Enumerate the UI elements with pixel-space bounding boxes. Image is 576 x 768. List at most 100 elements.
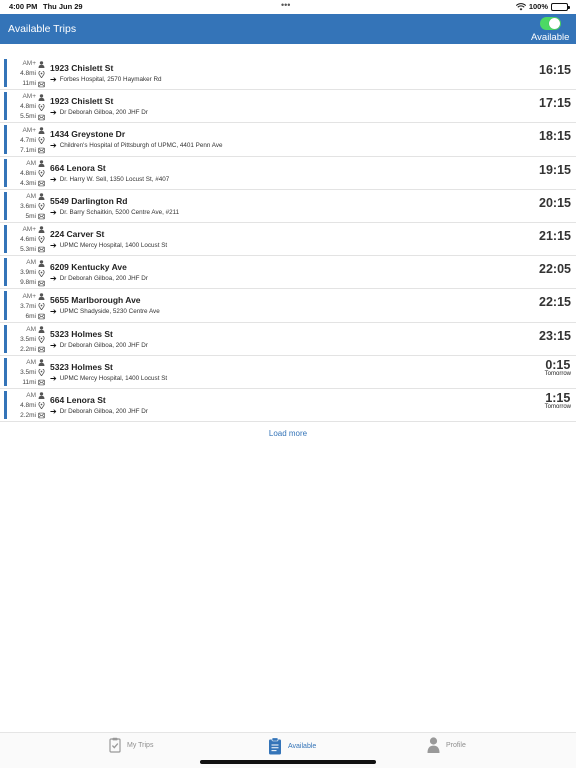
arrow-right-icon: ➔: [50, 174, 57, 184]
route-icon: [38, 180, 45, 187]
trip-meta: AM 4.8mi 4.3mi: [8, 159, 45, 189]
location-pin-icon: [38, 336, 45, 343]
location-pin-icon: [38, 236, 45, 244]
page-title: Available Trips: [8, 23, 77, 35]
tab-my-trips-label: My Trips: [127, 741, 154, 749]
availability-toggle[interactable]: [540, 17, 561, 30]
trip-meta: AM 4.8mi 2.2mi: [8, 391, 45, 421]
trip-meta: AM 3.6mi 5mi: [8, 192, 45, 222]
arrow-right-icon: ➔: [50, 207, 57, 217]
battery-percent: 100%: [528, 2, 548, 11]
trip-time-value: 23:15: [539, 328, 571, 343]
row-accent-bar: [4, 158, 7, 187]
location-pin-icon: [38, 170, 45, 178]
toggle-knob: [549, 18, 560, 29]
trip-time-value: 21:15: [539, 228, 571, 243]
route-icon: [38, 247, 45, 253]
arrow-right-icon: ➔: [50, 108, 57, 118]
trip-pickup-address: 664 Lenora St: [50, 162, 106, 173]
trip-row[interactable]: AM+ 4.7mi 7.1mi 1434 Greystone Dr ➔ Chil…: [0, 123, 576, 157]
route-icon: [38, 346, 45, 353]
route-icon: [38, 213, 45, 220]
tab-available[interactable]: Available: [268, 737, 316, 755]
location-pin-icon: [38, 70, 45, 78]
trip-distance-pickup: 4.7mi: [20, 136, 36, 144]
trip-ampm: AM+: [22, 126, 36, 134]
trip-distance-pickup: 4.8mi: [20, 103, 36, 111]
arrow-right-icon: ➔: [50, 240, 57, 250]
clipboard-list-icon: [269, 737, 281, 755]
trip-time-value: 1:15: [545, 390, 571, 405]
trip-row[interactable]: AM 3.9mi 9.8mi 6209 Kentucky Ave ➔ Dr De…: [0, 256, 576, 290]
trip-meta: AM+ 4.8mi 5.5mi: [8, 92, 45, 122]
row-accent-bar: [4, 191, 7, 220]
trip-row[interactable]: AM 4.8mi 4.3mi 664 Lenora St ➔ Dr. Harry…: [0, 157, 576, 190]
arrow-right-icon: ➔: [50, 406, 57, 416]
trip-row[interactable]: AM 3.6mi 5mi 5549 Darlington Rd ➔ Dr. Ba…: [0, 190, 576, 223]
trip-time-value: 17:15: [539, 96, 571, 111]
trip-pickup-address: 664 Lenora St: [50, 394, 106, 405]
trip-time: 23:15: [539, 328, 571, 343]
trip-distance-ride: 7.1mi: [20, 146, 36, 154]
trip-meta: AM+ 4.7mi 7.1mi: [8, 125, 45, 155]
trip-distance-ride: 11mi: [22, 80, 36, 88]
person-icon: [38, 226, 45, 234]
trip-row[interactable]: AM 3.5mi 2.2mi 5323 Holmes St ➔ Dr Debor…: [0, 323, 576, 356]
route-icon: [38, 379, 45, 386]
trip-time-value: 19:15: [539, 162, 571, 177]
tab-profile[interactable]: Profile: [427, 737, 466, 753]
route-icon: [38, 147, 45, 154]
row-accent-bar: [4, 92, 7, 121]
row-accent-bar: [4, 258, 7, 287]
row-accent-bar: [4, 357, 7, 386]
trip-distance-ride: 4.3mi: [20, 179, 36, 187]
trip-row[interactable]: AM+ 4.8mi 11mi 1923 Chislett St ➔ Forbes…: [0, 57, 576, 91]
trip-ampm: AM: [26, 159, 36, 167]
availability-label: Available: [531, 32, 570, 43]
trip-meta: AM 3.5mi 2.2mi: [8, 325, 45, 355]
trip-row[interactable]: AM 4.8mi 2.2mi 664 Lenora St ➔ Dr Debora…: [0, 389, 576, 423]
trip-row[interactable]: AM 3.5mi 11mi 5323 Holmes St ➔ UPMC Merc…: [0, 356, 576, 389]
trip-row[interactable]: AM+ 4.8mi 5.5mi 1923 Chislett St ➔ Dr De…: [0, 90, 576, 124]
trip-ampm: AM: [26, 392, 36, 400]
trip-destination-text: Children's Hospital of Pittsburgh of UPM…: [59, 142, 223, 150]
trip-time-value: 18:15: [539, 129, 571, 144]
trip-row[interactable]: AM+ 3.7mi 6mi 5655 Marlborough Ave ➔ UPM…: [0, 289, 576, 323]
trip-day-label: Tomorrow: [544, 403, 571, 410]
person-icon: [38, 326, 45, 333]
trip-row[interactable]: AM+ 4.6mi 5.3mi 224 Carver St ➔ UPMC Mer…: [0, 223, 576, 257]
trip-destination-text: Forbes Hospital, 2570 Haymaker Rd: [59, 76, 162, 83]
row-accent-bar: [4, 291, 7, 320]
trip-distance-pickup: 3.7mi: [20, 302, 36, 310]
trip-pickup-address: 5323 Holmes St: [50, 328, 113, 339]
arrow-right-icon: ➔: [50, 141, 57, 151]
nav-bar: Available Trips Available: [0, 14, 576, 44]
trip-destination-text: Dr. Harry W. Sell, 1350 Locust St, #407: [59, 175, 170, 183]
trip-distance-pickup: 4.8mi: [20, 70, 36, 78]
multitasking-dots[interactable]: •••: [281, 0, 290, 10]
trip-meta: AM+ 4.6mi 5.3mi: [8, 225, 45, 255]
trip-destination: ➔ Dr Deborah Gilboa, 200 JHF Dr: [50, 407, 148, 416]
status-bar: 4:00 PM Thu Jun 29 ••• 100%: [0, 0, 576, 14]
trip-destination: ➔ UPMC Mercy Hospital, 1400 Locust St: [50, 374, 167, 383]
trip-destination: ➔ UPMC Shadyside, 5230 Centre Ave: [50, 307, 160, 316]
tab-my-trips[interactable]: My Trips: [109, 737, 153, 753]
trip-time: 20:15: [539, 196, 571, 210]
trip-distance-pickup: 4.8mi: [20, 402, 36, 410]
trip-time: 16:15: [539, 63, 571, 77]
location-pin-icon: [38, 402, 45, 410]
trip-destination: ➔ UPMC Mercy Hospital, 1400 Locust St: [50, 241, 167, 250]
trip-ampm: AM+: [22, 93, 36, 101]
load-more-link[interactable]: Load more: [0, 429, 576, 438]
trip-destination-text: UPMC Mercy Hospital, 1400 Locust St: [59, 374, 168, 382]
tab-profile-label: Profile: [446, 741, 466, 749]
trip-pickup-address: 5655 Marlborough Ave: [50, 295, 141, 306]
trip-destination: ➔ Dr Deborah Gilboa, 200 JHF Dr: [50, 108, 148, 117]
home-indicator: [200, 760, 376, 764]
person-icon: [38, 60, 45, 68]
trip-pickup-address: 1923 Chislett St: [50, 96, 114, 107]
trip-meta: AM+ 4.8mi 11mi: [8, 59, 45, 89]
location-pin-icon: [38, 136, 45, 144]
trip-distance-ride: 11mi: [22, 378, 36, 386]
trip-distance-ride: 6mi: [25, 312, 36, 320]
